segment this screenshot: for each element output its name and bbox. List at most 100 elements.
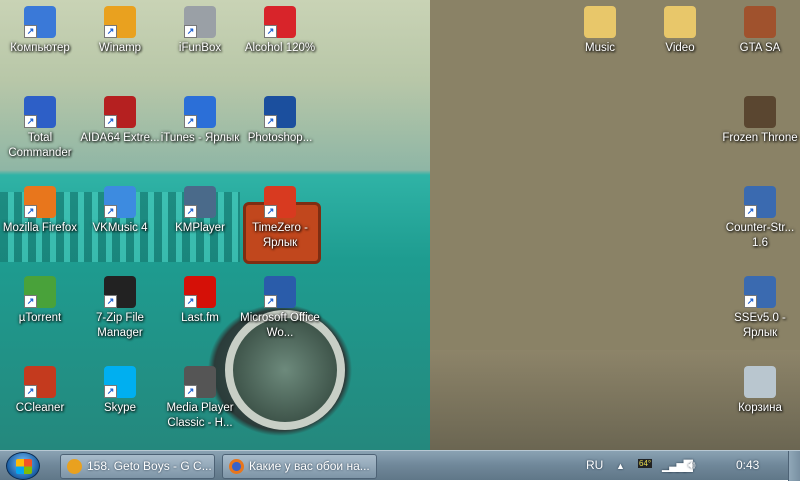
desktop-icon[interactable]: Корзина xyxy=(720,360,800,416)
desktop-icon[interactable]: Frozen Throne xyxy=(720,90,800,146)
desktop-icon-label: VKMusic 4 xyxy=(92,222,148,234)
desktop-icon-label: Photoshop... xyxy=(247,132,313,144)
desktop-icon-label: AIDA64 Extre... xyxy=(80,132,160,144)
desktop-icon[interactable]: ↗ iFunBox xyxy=(160,0,240,56)
shortcut-arrow-icon: ↗ xyxy=(264,115,277,128)
desktop-icon[interactable]: Music xyxy=(560,0,640,56)
windows-logo-icon xyxy=(16,459,32,474)
recycle-bin-icon xyxy=(744,366,776,398)
desktop-icon-label: Winamp xyxy=(98,42,142,54)
folder-icon xyxy=(664,6,696,38)
desktop-icon[interactable]: ↗ µTorrent xyxy=(0,270,80,326)
desktop-icon[interactable]: ↗ Total Commander xyxy=(0,90,80,161)
volume-icon[interactable]: 🔊︎ xyxy=(688,458,696,473)
total-commander-icon: ↗ xyxy=(24,96,56,128)
taskbar: 158. Geto Boys - G C... Какие у вас обои… xyxy=(0,450,800,481)
desktop-icon[interactable]: ↗ Last.fm xyxy=(160,270,240,326)
shortcut-arrow-icon: ↗ xyxy=(24,25,37,38)
desktop-icon[interactable]: ↗ Microsoft Office Wo... xyxy=(240,270,320,341)
desktop-icon-label: µTorrent xyxy=(18,312,62,324)
desktop-icon-label: Music xyxy=(584,42,616,54)
vkmusic-icon: ↗ xyxy=(104,186,136,218)
desktop-icon-label: CCleaner xyxy=(15,402,65,414)
shortcut-arrow-icon: ↗ xyxy=(104,25,117,38)
itunes-icon: ↗ xyxy=(184,96,216,128)
desktop-icon-label: TimeZero - Ярлык xyxy=(252,222,308,249)
desktop-icon[interactable]: ↗ KMPlayer xyxy=(160,180,240,236)
language-indicator[interactable]: RU xyxy=(586,458,603,472)
desktop-icon-label: SSEv5.0 - Ярлык xyxy=(734,312,786,339)
shortcut-arrow-icon: ↗ xyxy=(744,295,757,308)
shortcut-arrow-icon: ↗ xyxy=(264,25,277,38)
temperature-badge[interactable]: 64° xyxy=(638,459,653,468)
shortcut-arrow-icon: ↗ xyxy=(184,295,197,308)
frozen-throne-icon xyxy=(744,96,776,128)
shortcut-arrow-icon: ↗ xyxy=(24,205,37,218)
show-desktop-button[interactable] xyxy=(788,451,800,481)
network-signal-icon[interactable]: ▁▃▅▇ xyxy=(662,458,693,472)
counter-strike-icon: ↗ xyxy=(744,276,776,308)
shortcut-arrow-icon: ↗ xyxy=(24,385,37,398)
desktop-icon[interactable]: ↗ Skype xyxy=(80,360,160,416)
ifunbox-icon: ↗ xyxy=(184,6,216,38)
firefox-icon xyxy=(229,459,244,474)
shortcut-arrow-icon: ↗ xyxy=(184,385,197,398)
7zip-icon: ↗ xyxy=(104,276,136,308)
task-label: Какие у вас обои на... xyxy=(249,459,370,473)
task-label: 158. Geto Boys - G C... xyxy=(87,459,212,473)
shortcut-arrow-icon: ↗ xyxy=(744,205,757,218)
winamp-icon: ↗ xyxy=(104,6,136,38)
clock[interactable]: 0:43 xyxy=(736,458,759,472)
desktop-icon[interactable]: GTA SA xyxy=(720,0,800,56)
desktop-icon-label: Total Commander xyxy=(8,132,72,159)
desktop-icon[interactable]: ↗ AIDA64 Extre... xyxy=(80,90,160,146)
desktop-icon[interactable]: ↗ Компьютер xyxy=(0,0,80,56)
lastfm-icon: ↗ xyxy=(184,276,216,308)
computer-icon: ↗ xyxy=(24,6,56,38)
shortcut-arrow-icon: ↗ xyxy=(104,295,117,308)
desktop-icon[interactable]: ↗ Mozilla Firefox xyxy=(0,180,80,236)
skype-icon: ↗ xyxy=(104,366,136,398)
desktop-icon[interactable]: ↗ Media Player Classic - H... xyxy=(160,360,240,431)
desktop-icon-label: iTunes - Ярлык xyxy=(160,132,240,144)
desktop-icon[interactable]: ↗ 7-Zip File Manager xyxy=(80,270,160,341)
show-hidden-icons-arrow-icon[interactable]: ▲ xyxy=(616,461,625,471)
desktop-icon-label: Skype xyxy=(104,402,136,414)
kmplayer-icon: ↗ xyxy=(184,186,216,218)
shortcut-arrow-icon: ↗ xyxy=(104,205,117,218)
desktop-icon[interactable]: ↗ Counter-Str... 1.6 xyxy=(720,180,800,251)
shortcut-arrow-icon: ↗ xyxy=(24,295,37,308)
desktop-icon-label: Компьютер xyxy=(10,42,70,54)
desktop-icon-label: 7-Zip File Manager xyxy=(96,312,144,339)
desktop-icon-label: Mozilla Firefox xyxy=(2,222,78,234)
desktop-icon-label: GTA SA xyxy=(739,42,781,54)
shortcut-arrow-icon: ↗ xyxy=(184,205,197,218)
gta-sa-icon xyxy=(744,6,776,38)
desktop-icon-label: Alcohol 120% xyxy=(244,42,316,54)
desktop-icon[interactable]: ↗ iTunes - Ярлык xyxy=(160,90,240,146)
desktop-icon[interactable]: ↗ CCleaner xyxy=(0,360,80,416)
aida64-icon: ↗ xyxy=(104,96,136,128)
desktop-icon[interactable]: ↗ SSEv5.0 - Ярлык xyxy=(720,270,800,341)
start-button[interactable] xyxy=(6,452,40,480)
taskbar-task-winamp[interactable]: 158. Geto Boys - G C... xyxy=(60,454,215,479)
counter-strike-icon: ↗ xyxy=(744,186,776,218)
utorrent-icon: ↗ xyxy=(24,276,56,308)
desktop-icon-label: Last.fm xyxy=(181,312,219,324)
folder-icon xyxy=(584,6,616,38)
taskbar-task-firefox[interactable]: Какие у вас обои на... xyxy=(222,454,377,479)
media-player-classic-icon: ↗ xyxy=(184,366,216,398)
shortcut-arrow-icon: ↗ xyxy=(104,385,117,398)
word-icon: ↗ xyxy=(264,276,296,308)
winamp-icon xyxy=(67,459,82,474)
timezero-icon: ↗ xyxy=(264,186,296,218)
shortcut-arrow-icon: ↗ xyxy=(184,115,197,128)
desktop-icon[interactable]: ↗ VKMusic 4 xyxy=(80,180,160,236)
desktop-icon[interactable]: Video xyxy=(640,0,720,56)
firefox-icon: ↗ xyxy=(24,186,56,218)
desktop-icon[interactable]: ↗ Winamp xyxy=(80,0,160,56)
desktop-icon[interactable]: ↗ Photoshop... xyxy=(240,90,320,146)
desktop-icon[interactable]: ↗ TimeZero - Ярлык xyxy=(240,180,320,251)
desktop-icon-label: Microsoft Office Wo... xyxy=(240,312,320,339)
desktop-icon[interactable]: ↗ Alcohol 120% xyxy=(240,0,320,56)
